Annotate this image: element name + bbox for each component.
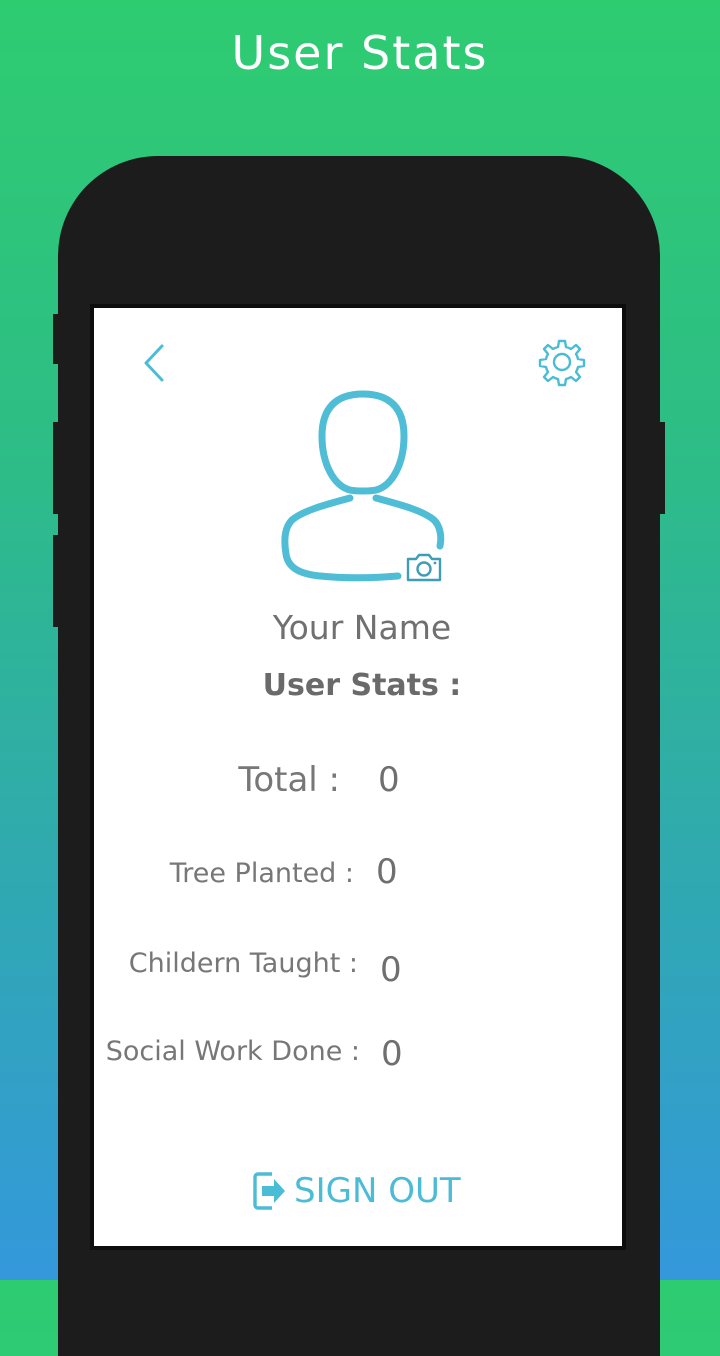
- phone-side-button-left-3: [53, 535, 61, 627]
- stat-label-total: Total :: [238, 760, 340, 800]
- phone-screen: Your Name User Stats : Total : 0 Tree Pl…: [90, 304, 626, 1250]
- stat-value-children-taught: 0: [380, 950, 402, 990]
- stat-label-social-work-done: Social Work Done :: [105, 1036, 360, 1067]
- change-photo-button[interactable]: [404, 550, 444, 584]
- stat-label-children-taught: Childern Taught :: [128, 948, 358, 979]
- chevron-left-icon: [144, 344, 164, 382]
- camera-icon: [406, 552, 442, 582]
- settings-button[interactable]: [536, 336, 588, 388]
- gear-icon: [538, 339, 586, 387]
- stat-value-tree-planted: 0: [376, 852, 398, 892]
- stat-value-total: 0: [378, 760, 400, 800]
- user-name: Your Name: [272, 608, 452, 647]
- phone-side-button-right: [657, 422, 665, 514]
- exit-icon: [253, 1172, 285, 1210]
- back-button[interactable]: [136, 340, 172, 386]
- page-title: User Stats: [231, 26, 489, 80]
- sign-out-button[interactable]: SIGN OUT: [252, 1166, 461, 1216]
- stat-value-social-work-done: 0: [381, 1034, 403, 1074]
- phone-side-button-left-2: [53, 422, 61, 514]
- sign-out-label: SIGN OUT: [294, 1171, 461, 1211]
- stats-heading: User Stats :: [262, 668, 462, 703]
- stat-label-tree-planted: Tree Planted :: [169, 858, 354, 889]
- phone-side-button-left-1: [53, 314, 61, 364]
